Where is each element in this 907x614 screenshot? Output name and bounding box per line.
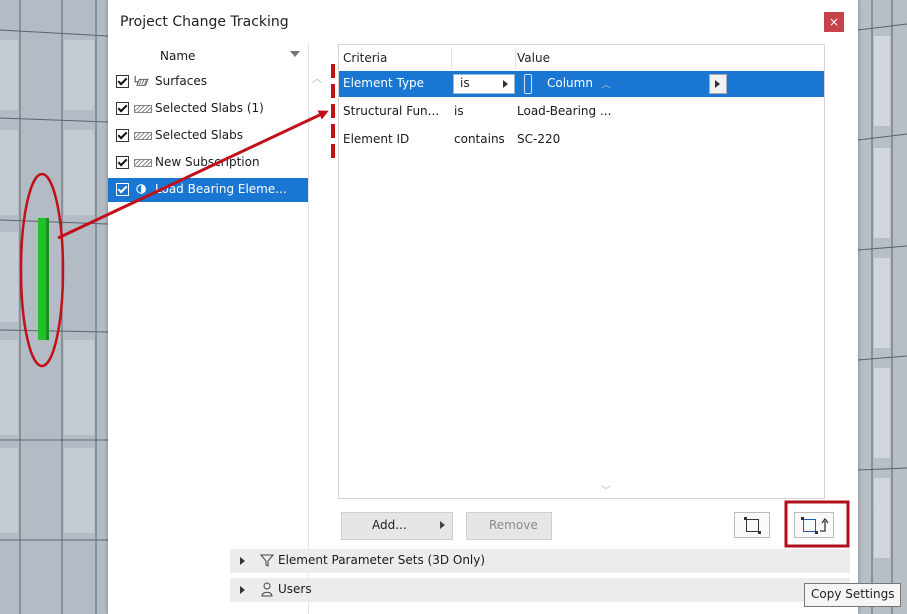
project-change-tracking-dialog: Project Change Tracking × Name Surfaces …: [108, 0, 858, 614]
filter-icon: [260, 554, 274, 567]
subscription-item-selected-slabs-1[interactable]: Selected Slabs (1): [108, 97, 308, 121]
scroll-up-arrow-icon[interactable]: ︿: [312, 70, 322, 85]
user-icon: [261, 582, 273, 597]
column-divider: [451, 47, 452, 69]
criteria-value[interactable]: SC-220: [517, 132, 560, 146]
section-label: Element Parameter Sets (3D Only): [278, 553, 486, 567]
name-column-header[interactable]: Name: [160, 49, 195, 63]
subscription-checkbox[interactable]: [116, 156, 129, 169]
copy-settings-button[interactable]: [794, 512, 834, 538]
subscription-list[interactable]: Name Surfaces Selected Slabs (1) Selecte…: [108, 44, 322, 614]
criteria-scroll-down-icon[interactable]: ﹀: [601, 482, 611, 497]
dialog-title: Project Change Tracking: [120, 14, 289, 30]
criteria-column-header[interactable]: Criteria: [343, 51, 387, 65]
expand-arrow-icon[interactable]: [240, 557, 245, 565]
expand-arrow-icon[interactable]: [240, 586, 245, 594]
picker-arrow-icon: [715, 80, 720, 88]
dropdown-arrow-icon: [503, 80, 508, 88]
criteria-row-element-type[interactable]: Element Type is Column: [339, 71, 824, 97]
copy-arrow-icon: [820, 517, 829, 532]
criteria-value: Column: [547, 76, 593, 90]
slab-icon: [134, 132, 152, 140]
subscription-label: Surfaces: [155, 74, 207, 88]
sort-arrow-icon[interactable]: [290, 51, 300, 57]
close-button[interactable]: ×: [824, 12, 844, 32]
criteria-row-structural-function[interactable]: Structural Fun... is Load-Bearing ...: [339, 99, 824, 125]
criteria-name: Structural Fun...: [343, 104, 440, 118]
subscription-label: New Subscription: [155, 155, 260, 169]
copy-settings-tooltip: Copy Settings: [804, 583, 902, 607]
remove-button[interactable]: Remove: [466, 512, 552, 540]
operator-dropdown[interactable]: is: [453, 74, 515, 94]
selection-box-icon: [744, 517, 761, 534]
select-elements-button[interactable]: [734, 512, 770, 538]
subscription-label: Selected Slabs: [155, 128, 244, 142]
criteria-icon: [136, 184, 146, 194]
list-header[interactable]: Name: [108, 48, 308, 66]
value-picker-button[interactable]: [709, 74, 727, 94]
subscription-item-surfaces[interactable]: Surfaces: [108, 70, 308, 94]
subscription-checkbox[interactable]: [116, 75, 129, 88]
subscription-item-new-subscription[interactable]: New Subscription: [108, 151, 308, 175]
criteria-name: Element ID: [343, 132, 410, 146]
users-section[interactable]: Users: [230, 578, 850, 602]
criteria-scroll-up-icon[interactable]: ︿: [601, 76, 611, 91]
criteria-row-element-id[interactable]: Element ID contains SC-220: [339, 127, 824, 153]
add-dropdown-arrow-icon: [440, 521, 445, 529]
subscription-label: Selected Slabs (1): [155, 101, 264, 115]
add-button-label: Add...: [372, 518, 407, 532]
column-divider: [515, 47, 516, 69]
operator-value: is: [460, 76, 470, 90]
subscription-label: Load Bearing Eleme...: [155, 182, 287, 196]
title-bar[interactable]: Project Change Tracking ×: [108, 0, 858, 44]
element-parameter-sets-section[interactable]: Element Parameter Sets (3D Only): [230, 549, 850, 573]
operator-value[interactable]: is: [454, 104, 464, 118]
column-element-icon: [524, 74, 532, 94]
subscription-item-selected-slabs[interactable]: Selected Slabs: [108, 124, 308, 148]
value-column-header[interactable]: Value: [517, 51, 550, 65]
add-button[interactable]: Add...: [341, 512, 453, 540]
subscription-checkbox[interactable]: [116, 183, 129, 196]
subscription-checkbox[interactable]: [116, 129, 129, 142]
slab-icon: [134, 105, 152, 113]
surfaces-icon: [134, 75, 149, 86]
criteria-name: Element Type: [343, 76, 425, 90]
remove-button-label: Remove: [489, 518, 538, 532]
subscription-checkbox[interactable]: [116, 102, 129, 115]
criteria-value[interactable]: Load-Bearing ...: [517, 104, 611, 118]
criteria-table[interactable]: Criteria Value Element Type is Column St…: [338, 44, 825, 499]
subscription-item-load-bearing[interactable]: Load Bearing Eleme...: [108, 178, 308, 202]
section-label: Users: [278, 582, 312, 596]
slab-icon: [134, 159, 152, 167]
selection-box-icon: [801, 517, 818, 534]
operator-value[interactable]: contains: [454, 132, 505, 146]
